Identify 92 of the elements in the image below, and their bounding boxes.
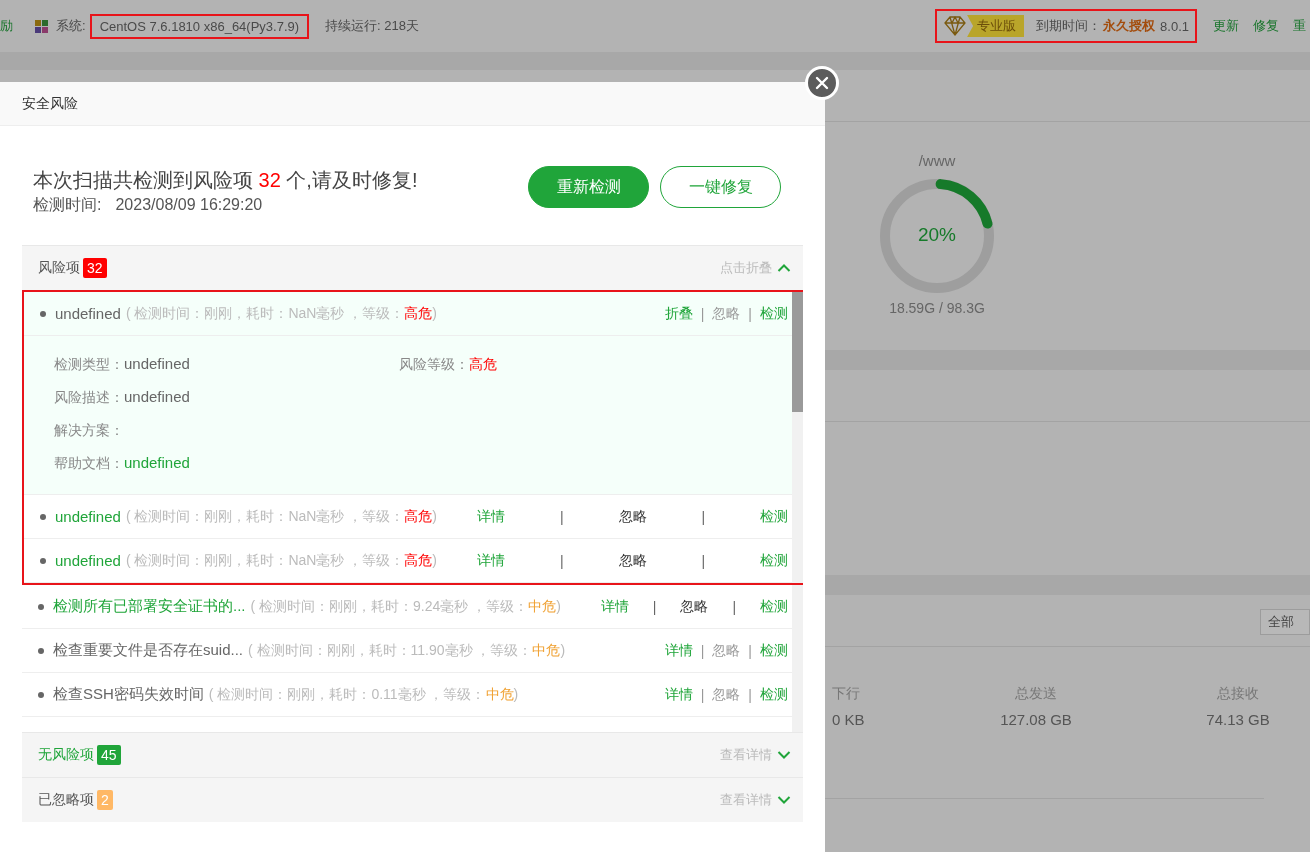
system-info: CentOS 7.6.1810 x86_64(Py3.7.9) — [89, 13, 310, 39]
action-link[interactable]: 检测 — [760, 597, 788, 616]
detail-label: 风险描述： — [54, 389, 124, 405]
bullet-icon — [40, 310, 46, 317]
scan-meta: ( 检测时间：刚刚，耗时：NaN毫秒 ，等级：高危) — [125, 551, 438, 570]
scrollbar-thumb[interactable] — [792, 292, 803, 412]
dialog-title: 安全风险 — [0, 82, 825, 126]
item-name: 检查SSH密码失效时间 — [53, 685, 204, 704]
header-link[interactable]: 励 — [0, 17, 13, 35]
scan-meta: ( 检测时间：刚刚，耗时：0.11毫秒 ，等级：中危) — [208, 685, 519, 704]
expiry-value: 永久授权 — [1103, 17, 1156, 35]
uptime-text: 持续运行: 218天 — [325, 17, 419, 35]
detail-value: 高危 — [469, 355, 497, 372]
help-link[interactable]: undefined — [124, 454, 190, 471]
action-link[interactable]: 详情 — [477, 551, 506, 570]
scan-meta: ( 检测时间：刚刚，耗时：11.90毫秒 ，等级：中危) — [248, 641, 566, 660]
system-label: 系统: — [56, 17, 86, 35]
count-badge: 32 — [83, 258, 107, 278]
stat-value: 0 KB — [832, 711, 866, 728]
section-title: 已忽略项 — [38, 791, 94, 809]
scan-time-label: 检测时间: — [33, 196, 102, 213]
header-link[interactable]: 更新 — [1213, 17, 1239, 35]
scan-meta: ( 检测时间：刚刚，耗时：NaN毫秒 ，等级：高危) — [125, 304, 438, 323]
filter-dropdown[interactable]: 全部 — [1260, 608, 1310, 635]
section-title: 无风险项 — [38, 746, 94, 764]
action-link[interactable]: 忽略 — [712, 304, 741, 323]
bullet-icon — [38, 691, 44, 698]
detail-label: 风险等级： — [399, 355, 469, 372]
scan-meta: ( 检测时间：刚刚，耗时：NaN毫秒 ，等级：高危) — [125, 507, 438, 526]
separator-text: | — [559, 508, 564, 525]
separator-text: | — [748, 642, 752, 659]
header-link[interactable]: 修复 — [1253, 17, 1279, 35]
separator-text: | — [700, 305, 705, 322]
expiry-label: 到期时间： — [1036, 17, 1102, 35]
bullet-icon — [38, 603, 44, 610]
detail-value: undefined — [124, 355, 190, 372]
gauge-percent: 20% — [917, 224, 957, 246]
separator-text: | — [559, 552, 564, 569]
scan-meta: ( 检测时间：刚刚，耗时：9.24毫秒 ，等级：中危) — [250, 597, 561, 616]
separator-text: | — [700, 642, 705, 659]
separator-text: | — [701, 552, 706, 569]
item-name[interactable]: undefined — [55, 552, 121, 569]
action-link[interactable]: 检测 — [760, 304, 788, 323]
detail-label: 解决方案： — [54, 421, 124, 438]
action-link[interactable]: 检测 — [760, 641, 788, 660]
disk-path: /www — [918, 152, 956, 171]
item-name: undefined — [55, 305, 121, 322]
diamond-icon — [943, 16, 968, 36]
scan-summary: 本次扫描共检测到风险项 32 个,请及时修复! — [33, 168, 418, 193]
action-link[interactable]: 忽略 — [712, 685, 741, 704]
separator-text: | — [701, 508, 706, 525]
detail-label: 帮助文档： — [54, 455, 124, 471]
logo-icon — [35, 19, 48, 33]
item-name[interactable]: undefined — [55, 508, 121, 525]
scan-time: 2023/08/09 16:29:20 — [115, 196, 263, 213]
action-link[interactable]: 详情 — [664, 685, 693, 704]
action-link[interactable]: 详情 — [477, 507, 506, 526]
fix-all-button[interactable]: 一键修复 — [660, 166, 781, 208]
action-link[interactable]: 忽略 — [618, 551, 647, 570]
header-link[interactable]: 重 — [1293, 17, 1306, 35]
action-link[interactable]: 忽略 — [712, 641, 741, 660]
close-icon — [815, 76, 829, 90]
stat-value: 127.08 GB — [999, 711, 1073, 728]
separator-text: | — [652, 598, 657, 615]
action-link[interactable]: 详情 — [664, 641, 693, 660]
stat-value: 74.13 GB — [1205, 711, 1271, 728]
stat-label: 下行 — [832, 685, 861, 703]
section-title: 风险项 — [38, 259, 80, 277]
detail-value: undefined — [124, 388, 190, 405]
separator-text: | — [700, 686, 705, 703]
rescan-button[interactable]: 重新检测 — [528, 166, 649, 208]
separator-text: | — [732, 598, 737, 615]
action-link[interactable]: 详情 — [600, 597, 629, 616]
bullet-icon — [38, 647, 44, 654]
version-text: 8.0.1 — [1160, 18, 1189, 34]
action-link[interactable]: 忽略 — [680, 597, 709, 616]
action-link[interactable]: 检测 — [760, 507, 788, 526]
bullet-icon — [40, 557, 46, 564]
action-link[interactable]: 折叠 — [664, 304, 693, 323]
item-name: 检查重要文件是否存在suid... — [53, 641, 244, 660]
count-badge: 2 — [97, 790, 113, 810]
action-link[interactable]: 检测 — [760, 551, 788, 570]
separator-text: | — [748, 305, 752, 322]
edition-badge: 专业版 — [967, 15, 1025, 37]
item-name[interactable]: 检测所有已部署安全证书的... — [53, 597, 246, 616]
action-link[interactable]: 忽略 — [618, 507, 647, 526]
separator-text: | — [748, 686, 752, 703]
detail-label: 检测类型： — [54, 356, 124, 372]
action-link[interactable]: 检测 — [760, 685, 788, 704]
bullet-icon — [40, 513, 46, 520]
disk-usage: 18.59G / 98.3G — [889, 300, 985, 316]
count-badge: 45 — [97, 745, 121, 765]
